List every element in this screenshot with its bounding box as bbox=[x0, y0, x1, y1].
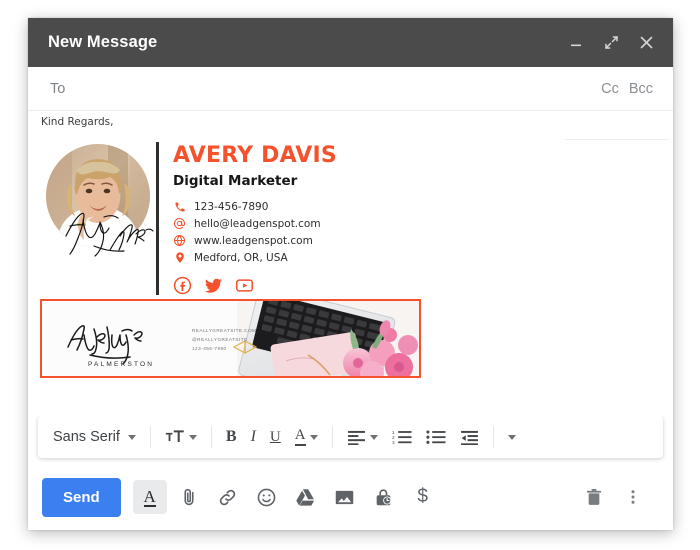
insert-drive-button[interactable] bbox=[289, 480, 323, 514]
svg-text:1: 1 bbox=[392, 430, 395, 436]
send-button[interactable]: Send bbox=[42, 477, 121, 517]
more-options-button[interactable] bbox=[616, 480, 650, 514]
contact-phone: 123-456-7890 bbox=[173, 200, 372, 213]
signature-photo-block bbox=[42, 136, 154, 266]
svg-text:REALLYGREATSITE.COM: REALLYGREATSITE.COM bbox=[192, 328, 256, 333]
emoji-icon bbox=[257, 488, 276, 506]
location-pin-icon bbox=[173, 251, 186, 264]
paperclip-icon bbox=[184, 488, 194, 506]
link-icon bbox=[219, 489, 236, 505]
compose-window: New Message To Cc Bcc Kind Regards, AVER… bbox=[28, 18, 673, 530]
compose-titlebar: New Message bbox=[28, 18, 673, 67]
bulleted-list-icon bbox=[425, 430, 446, 444]
italic-button[interactable]: I bbox=[245, 424, 262, 450]
text-color-button[interactable]: A bbox=[289, 424, 324, 450]
formatting-toolbar: Sans Serif B I U A 1 2 3 bbox=[38, 416, 663, 458]
window-controls bbox=[565, 32, 657, 54]
toolbar-separator bbox=[492, 426, 494, 448]
contact-location: Medford, OR, USA bbox=[173, 251, 372, 264]
recipients-row[interactable]: To Cc Bcc bbox=[28, 67, 673, 111]
insert-photo-button[interactable] bbox=[328, 480, 362, 514]
compose-title: New Message bbox=[48, 33, 158, 51]
contact-website-text: www.leadgenspot.com bbox=[194, 234, 313, 247]
globe-icon bbox=[173, 234, 186, 247]
dollar-icon: $ bbox=[417, 486, 428, 507]
message-body[interactable]: Kind Regards, AVERY DAVIS Digital Market… bbox=[28, 111, 673, 416]
phone-icon bbox=[173, 200, 186, 213]
font-family-select[interactable]: Sans Serif bbox=[47, 425, 142, 449]
cc-bcc-group: Cc Bcc bbox=[601, 81, 653, 97]
underline-button[interactable]: U bbox=[264, 425, 287, 450]
greeting-text: Kind Regards, bbox=[41, 116, 114, 128]
font-size-button[interactable] bbox=[159, 425, 203, 449]
discard-draft-button[interactable] bbox=[577, 480, 611, 514]
lock-clock-icon bbox=[376, 488, 392, 505]
bcc-button[interactable]: Bcc bbox=[629, 81, 653, 97]
cc-button[interactable]: Cc bbox=[601, 81, 619, 97]
underline-icon: U bbox=[269, 428, 281, 445]
font-size-icon bbox=[165, 430, 184, 442]
bulleted-list-button[interactable] bbox=[420, 425, 452, 449]
align-left-icon bbox=[347, 430, 365, 445]
insert-emoji-button[interactable] bbox=[250, 480, 284, 514]
svg-text:PALMERSTON: PALMERSTON bbox=[88, 361, 154, 368]
formatting-options-button[interactable]: A bbox=[132, 480, 167, 514]
chevron-down-icon bbox=[369, 434, 378, 440]
chevron-down-icon bbox=[507, 434, 516, 440]
contact-email-text: hello@leadgenspot.com bbox=[194, 217, 321, 230]
font-family-label: Sans Serif bbox=[53, 429, 120, 445]
svg-text:@REALLYGREATSITE: @REALLYGREATSITE bbox=[192, 337, 248, 342]
signature-details: AVERY DAVIS Digital Marketer 123-456-789… bbox=[173, 136, 372, 295]
indent-decrease-icon bbox=[460, 430, 478, 445]
twitter-icon[interactable] bbox=[204, 276, 223, 295]
youtube-icon[interactable] bbox=[235, 276, 254, 295]
compose-action-bar: Send A $ bbox=[28, 464, 673, 530]
chevron-down-icon bbox=[188, 434, 197, 440]
underlined-a-icon: A bbox=[143, 486, 156, 507]
numbered-list-icon: 1 2 3 bbox=[392, 430, 412, 445]
confidential-mode-button[interactable] bbox=[367, 480, 401, 514]
toolbar-separator bbox=[149, 426, 151, 448]
facebook-icon[interactable] bbox=[173, 276, 192, 295]
numbered-list-button[interactable]: 1 2 3 bbox=[386, 425, 418, 449]
signature-contacts: 123-456-7890 hello@leadgenspot.com www.l… bbox=[173, 200, 372, 264]
kebab-menu-icon bbox=[631, 490, 635, 504]
insert-money-button[interactable]: $ bbox=[406, 480, 440, 514]
signature-banner-image[interactable]: PALMERSTON REALLYGREATSITE.COM @REALLYGR… bbox=[40, 299, 421, 378]
minimize-button[interactable] bbox=[565, 32, 587, 54]
svg-text:2: 2 bbox=[392, 435, 395, 441]
toolbar-separator bbox=[210, 426, 212, 448]
more-options-button[interactable] bbox=[502, 431, 522, 444]
indent-less-button[interactable] bbox=[454, 426, 485, 449]
text-color-icon: A bbox=[294, 427, 306, 446]
bold-button[interactable]: B bbox=[220, 424, 243, 450]
align-button[interactable] bbox=[341, 426, 384, 449]
svg-text:3: 3 bbox=[392, 440, 395, 445]
trash-icon bbox=[586, 489, 602, 505]
chevron-down-icon bbox=[127, 434, 136, 440]
insert-link-button[interactable] bbox=[211, 480, 245, 514]
close-button[interactable] bbox=[635, 32, 657, 54]
page-root: New Message To Cc Bcc Kind Regards, AVER… bbox=[0, 0, 700, 550]
chevron-down-icon bbox=[309, 434, 318, 440]
contact-email: hello@leadgenspot.com bbox=[173, 217, 372, 230]
google-drive-icon bbox=[296, 488, 315, 506]
subject-divider bbox=[565, 139, 669, 140]
attach-file-button[interactable] bbox=[172, 480, 206, 514]
contact-website: www.leadgenspot.com bbox=[173, 234, 372, 247]
signature-divider bbox=[156, 142, 159, 296]
signature-role: Digital Marketer bbox=[173, 173, 298, 190]
email-at-icon bbox=[173, 217, 186, 230]
toolbar-separator bbox=[331, 426, 333, 448]
signature-social-links bbox=[173, 276, 372, 295]
image-icon bbox=[335, 490, 354, 504]
contact-location-text: Medford, OR, USA bbox=[194, 251, 288, 264]
expand-button[interactable] bbox=[600, 32, 622, 54]
email-signature: AVERY DAVIS Digital Marketer 123-456-789… bbox=[42, 136, 372, 296]
contact-phone-text: 123-456-7890 bbox=[194, 200, 269, 213]
avatar bbox=[46, 144, 150, 248]
svg-text:123-456-7890: 123-456-7890 bbox=[192, 346, 227, 351]
to-input[interactable]: To bbox=[50, 81, 601, 97]
signature-name: AVERY DAVIS bbox=[173, 143, 337, 168]
